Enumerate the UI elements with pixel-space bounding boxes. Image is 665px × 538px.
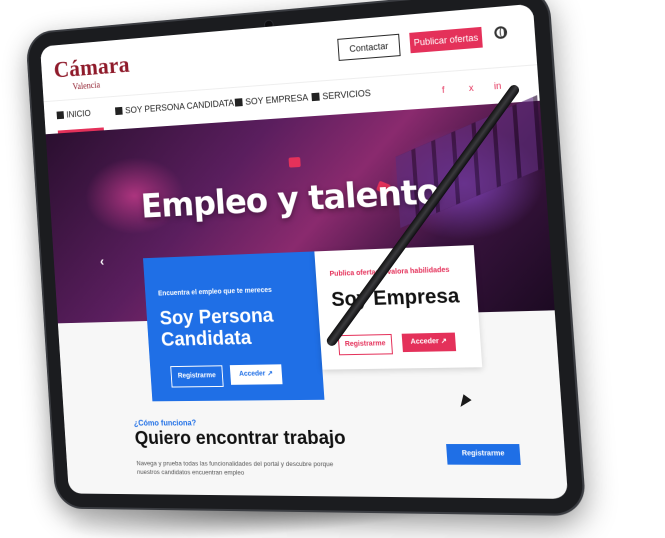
nav-item-company[interactable]: SOY EMPRESA [234, 92, 309, 107]
candidate-card: Encuentra el empleo que te mereces Soy P… [143, 251, 325, 402]
company-register-button[interactable]: Registrarme [337, 333, 393, 356]
nav-label: INICIO [66, 108, 92, 120]
tablet-bezel: Cámara Valencia Contactar Publicar ofert… [27, 0, 585, 514]
candidate-title-line: Candidata [160, 327, 253, 351]
company-card: Publica ofertas y valora habilidades Soy… [314, 245, 483, 370]
building-icon [234, 98, 243, 107]
nav-item-candidate[interactable]: SOY PERSONA CANDIDATA [115, 98, 234, 116]
scene: Cámara Valencia Contactar Publicar ofert… [0, 0, 665, 538]
nav-item-services[interactable]: SERVICIOS [311, 88, 371, 102]
globe-icon[interactable] [493, 25, 508, 40]
home-icon [56, 111, 65, 120]
slider-prev-arrow[interactable]: ‹ [99, 253, 104, 268]
candidate-register-button[interactable]: Registrarme [170, 365, 224, 388]
tablet-device: Cámara Valencia Contactar Publicar ofert… [27, 0, 608, 536]
x-icon[interactable]: x [469, 82, 474, 93]
publish-offers-button[interactable]: Publicar ofertas [409, 26, 483, 54]
contact-button[interactable]: Contactar [337, 33, 401, 61]
linkedin-icon[interactable]: in [494, 80, 502, 91]
how-it-works-description: Navega y prueba todas las funcionalidade… [136, 460, 334, 477]
logo-text: Cámara [53, 52, 131, 84]
how-it-works-kicker: ¿Cómo funciona? [133, 418, 197, 428]
company-access-button[interactable]: Acceder ↗ [401, 332, 457, 353]
nav-label: SOY PERSONA CANDIDATA [124, 97, 235, 116]
facebook-icon[interactable]: f [442, 85, 445, 95]
logo-subtext: Valencia [72, 79, 101, 92]
candidate-kicker: Encuentra el empleo que te mereces [157, 286, 273, 298]
candidate-title: Soy Persona Candidata [159, 305, 275, 351]
user-icon [115, 106, 123, 116]
briefcase-icon [311, 92, 320, 102]
tablet-screen: Cámara Valencia Contactar Publicar ofert… [40, 3, 569, 499]
register-button[interactable]: Registrarme [446, 444, 521, 465]
camara-logo[interactable]: Cámara Valencia [53, 52, 131, 91]
candidate-title-line: Soy Persona [159, 304, 275, 330]
decor-dice [288, 156, 301, 168]
candidate-access-button[interactable]: Acceder ↗ [229, 364, 283, 385]
nav-item-inicio[interactable]: INICIO [56, 108, 91, 120]
how-it-works-title: Quiero encontrar trabajo [134, 427, 347, 450]
nav-label: SOY EMPRESA [244, 92, 309, 107]
nav-label: SERVICIOS [322, 87, 372, 102]
